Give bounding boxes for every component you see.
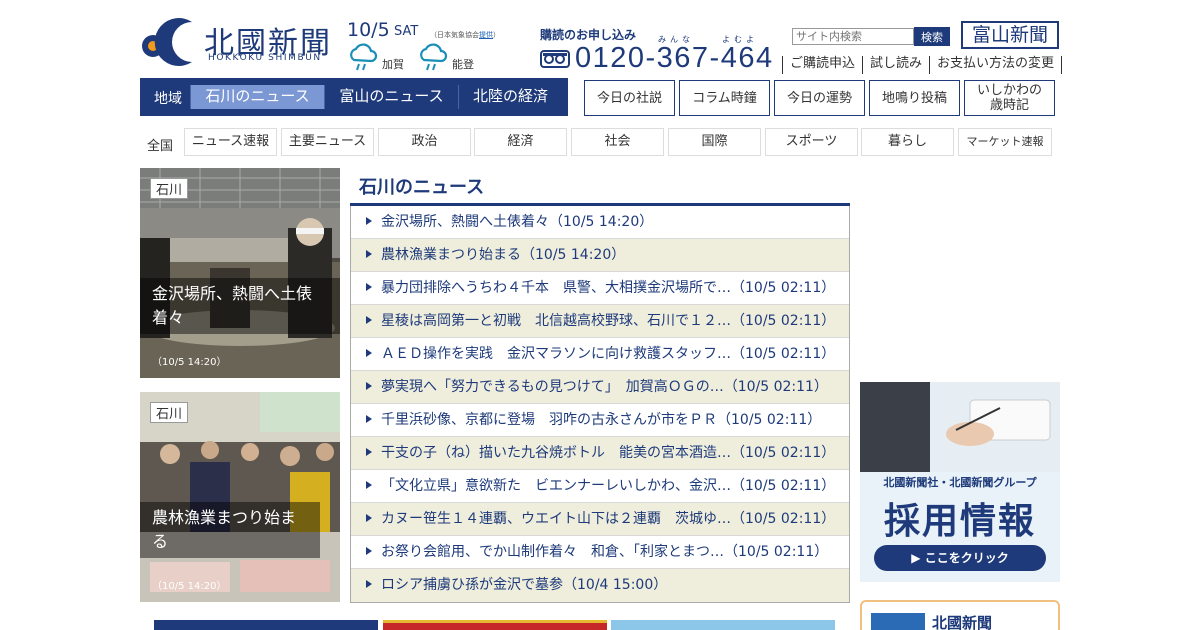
- search-button[interactable]: 検索: [914, 27, 950, 46]
- ad-headline: 採用情報: [883, 501, 1036, 542]
- arrow-right-icon: [366, 580, 372, 588]
- list-item[interactable]: お祭り会館用、でか山制作着々 和倉、「利家とまつ…（10/5 02:11）: [351, 536, 849, 569]
- site-logo[interactable]: 北國新聞 HOKKOKU SHIMBUN: [140, 16, 340, 68]
- weather-area-name: 能登: [452, 58, 474, 71]
- site-search-input[interactable]: [792, 28, 914, 45]
- arrow-right-icon: [366, 547, 372, 555]
- subscribe-phone[interactable]: 0120-367-464: [575, 42, 774, 75]
- horoscope-button[interactable]: 今日の運勢: [774, 80, 865, 116]
- news-list: 金沢場所、熱闘へ土俵着々（10/5 14:20） 農林漁業まつり始まる（10/5…: [350, 206, 850, 603]
- bottom-banner-3[interactable]: [611, 620, 835, 630]
- arrow-right-icon: [366, 316, 372, 324]
- ad-company-line: 北國新聞社・北國新聞グループ: [883, 476, 1037, 489]
- header-links: ご購読申込 試し読み お支払い方法の変更: [782, 56, 1063, 74]
- news-section-title: 石川のニュース: [359, 177, 485, 198]
- list-item[interactable]: ＡＥＤ操作を実践 金沢マラソンに向け救護スタッフ…（10/5 02:11）: [351, 338, 849, 371]
- category-breaking[interactable]: ニュース速報: [184, 128, 277, 156]
- page: 北國新聞 HOKKOKU SHIMBUN 10/5 SAT （日本気象協会提供）…: [0, 0, 1200, 630]
- category-market[interactable]: マーケット速報: [958, 128, 1052, 156]
- list-item[interactable]: 千里浜砂像、京都に登場 羽咋の古永さんが市をＰＲ（10/5 02:11）: [351, 404, 849, 437]
- category-society[interactable]: 社会: [571, 128, 664, 156]
- category-top-news[interactable]: 主要ニュース: [281, 128, 374, 156]
- photo-time: （10/5 14:20）: [152, 357, 227, 368]
- ad-click-button[interactable]: ▶ ここをクリック: [874, 545, 1046, 571]
- weather-source: （日本気象協会提供）: [430, 31, 500, 39]
- photo-sumo-image: [140, 168, 340, 378]
- banner-title: 北國新聞: [932, 614, 993, 630]
- arrow-right-icon: [366, 415, 372, 423]
- arrow-right-icon: [366, 514, 372, 522]
- category-politics[interactable]: 政治: [378, 128, 471, 156]
- category-lifestyle[interactable]: 暮らし: [861, 128, 954, 156]
- free-dial-icon: [540, 50, 570, 68]
- editorial-button[interactable]: 今日の社説: [584, 80, 675, 116]
- ishikawa-saijiki-button[interactable]: いしかわの 歳時記: [964, 80, 1055, 116]
- ad-hand-tablet-image: [860, 382, 1060, 472]
- list-item[interactable]: 農林漁業まつり始まる（10/5 14:20）: [351, 239, 849, 272]
- featured-photo-festival[interactable]: 石川 農林漁業まつり始まる （10/5 14:20）: [140, 392, 340, 602]
- photo-tag: 石川: [150, 178, 189, 199]
- list-item[interactable]: 「文化立県」意欲新た ビエンナーレいしかわ、金沢…（10/5 02:11）: [351, 470, 849, 503]
- cloud-rain-icon: [420, 43, 448, 71]
- logo-subtitle: HOKKOKU SHIMBUN: [208, 53, 322, 63]
- photo-caption: 農林漁業まつり始まる: [140, 502, 320, 558]
- newspaper-logo-icon: [871, 613, 925, 630]
- arrow-right-icon: [366, 250, 372, 258]
- bottom-banner-2[interactable]: [383, 620, 607, 630]
- tab-ishikawa-news[interactable]: 石川のニュース: [190, 85, 324, 109]
- logo-mark-icon: [142, 18, 192, 67]
- arrow-right-icon: [366, 217, 372, 225]
- tab-hokuriku-economy[interactable]: 北陸の経済: [458, 85, 562, 109]
- list-item[interactable]: 星稜は高岡第一と初戦 北信越高校野球、石川で１２…（10/5 02:11）: [351, 305, 849, 338]
- column-jisho-button[interactable]: コラム時鐘: [679, 80, 770, 116]
- featured-photo-sumo[interactable]: 石川 金沢場所、熱闘へ土俵着々 （10/5 14:20）: [140, 168, 340, 378]
- category-economy[interactable]: 経済: [474, 128, 567, 156]
- category-international[interactable]: 国際: [668, 128, 761, 156]
- toyama-shimbun-button[interactable]: 富山新聞: [961, 21, 1059, 49]
- region-nav-label: 地域: [154, 91, 182, 107]
- list-item[interactable]: 干支の子（ね）描いた九谷焼ボトル 能美の宮本酒造…（10/5 02:11）: [351, 437, 849, 470]
- category-sports[interactable]: スポーツ: [765, 128, 858, 156]
- tab-toyama-news[interactable]: 富山のニュース: [324, 85, 458, 109]
- photo-festival-image: [140, 392, 340, 602]
- recruit-ad-banner[interactable]: 北國新聞社・北國新聞グループ 採用情報 ▶ ここをクリック: [860, 382, 1060, 582]
- link-payment-change[interactable]: お支払い方法の変更: [929, 56, 1063, 74]
- category-national[interactable]: 全国: [147, 135, 173, 154]
- arrow-right-icon: [366, 283, 372, 291]
- photo-caption: 金沢場所、熱闘へ土俵着々: [140, 278, 340, 334]
- subscribe-label: 購読のお申し込み: [540, 28, 637, 42]
- hokkoku-app-banner[interactable]: 北國新聞: [860, 600, 1060, 630]
- list-item[interactable]: 夢実現へ「努力できるもの見つけて」 加賀高ＯＧの…（10/5 02:11）: [351, 371, 849, 404]
- list-item[interactable]: ロシア捕虜ひ孫が金沢で墓参（10/4 15:00）: [351, 569, 849, 602]
- arrow-right-icon: [366, 481, 372, 489]
- link-subscribe[interactable]: ご購読申込: [782, 56, 862, 74]
- current-day: SAT: [394, 24, 419, 39]
- arrow-right-icon: [366, 349, 372, 357]
- bottom-banner-1[interactable]: [154, 620, 378, 630]
- reader-post-button[interactable]: 地鳴り投稿: [869, 80, 960, 116]
- photo-time: （10/5 14:20）: [152, 581, 227, 592]
- list-item[interactable]: 金沢場所、熱闘へ土俵着々（10/5 14:20）: [351, 206, 849, 239]
- list-item[interactable]: 暴力団排除へうちわ４千本 県警、大相撲金沢場所で…（10/5 02:11）: [351, 272, 849, 305]
- cloud-rain-icon: [350, 43, 378, 71]
- arrow-right-icon: [366, 448, 372, 456]
- link-trial[interactable]: 試し読み: [862, 56, 929, 74]
- current-date: 10/5: [347, 19, 390, 41]
- weather-area-name: 加賀: [382, 58, 404, 71]
- weather-source-link[interactable]: 提供: [479, 31, 493, 39]
- list-item[interactable]: カヌー笹生１４連覇、ウエイト山下は２連覇 茨城ゆ…（10/5 02:11）: [351, 503, 849, 536]
- arrow-right-icon: [366, 382, 372, 390]
- photo-tag: 石川: [150, 402, 189, 423]
- region-nav: 地域 石川のニュース 富山のニュース 北陸の経済: [140, 78, 568, 116]
